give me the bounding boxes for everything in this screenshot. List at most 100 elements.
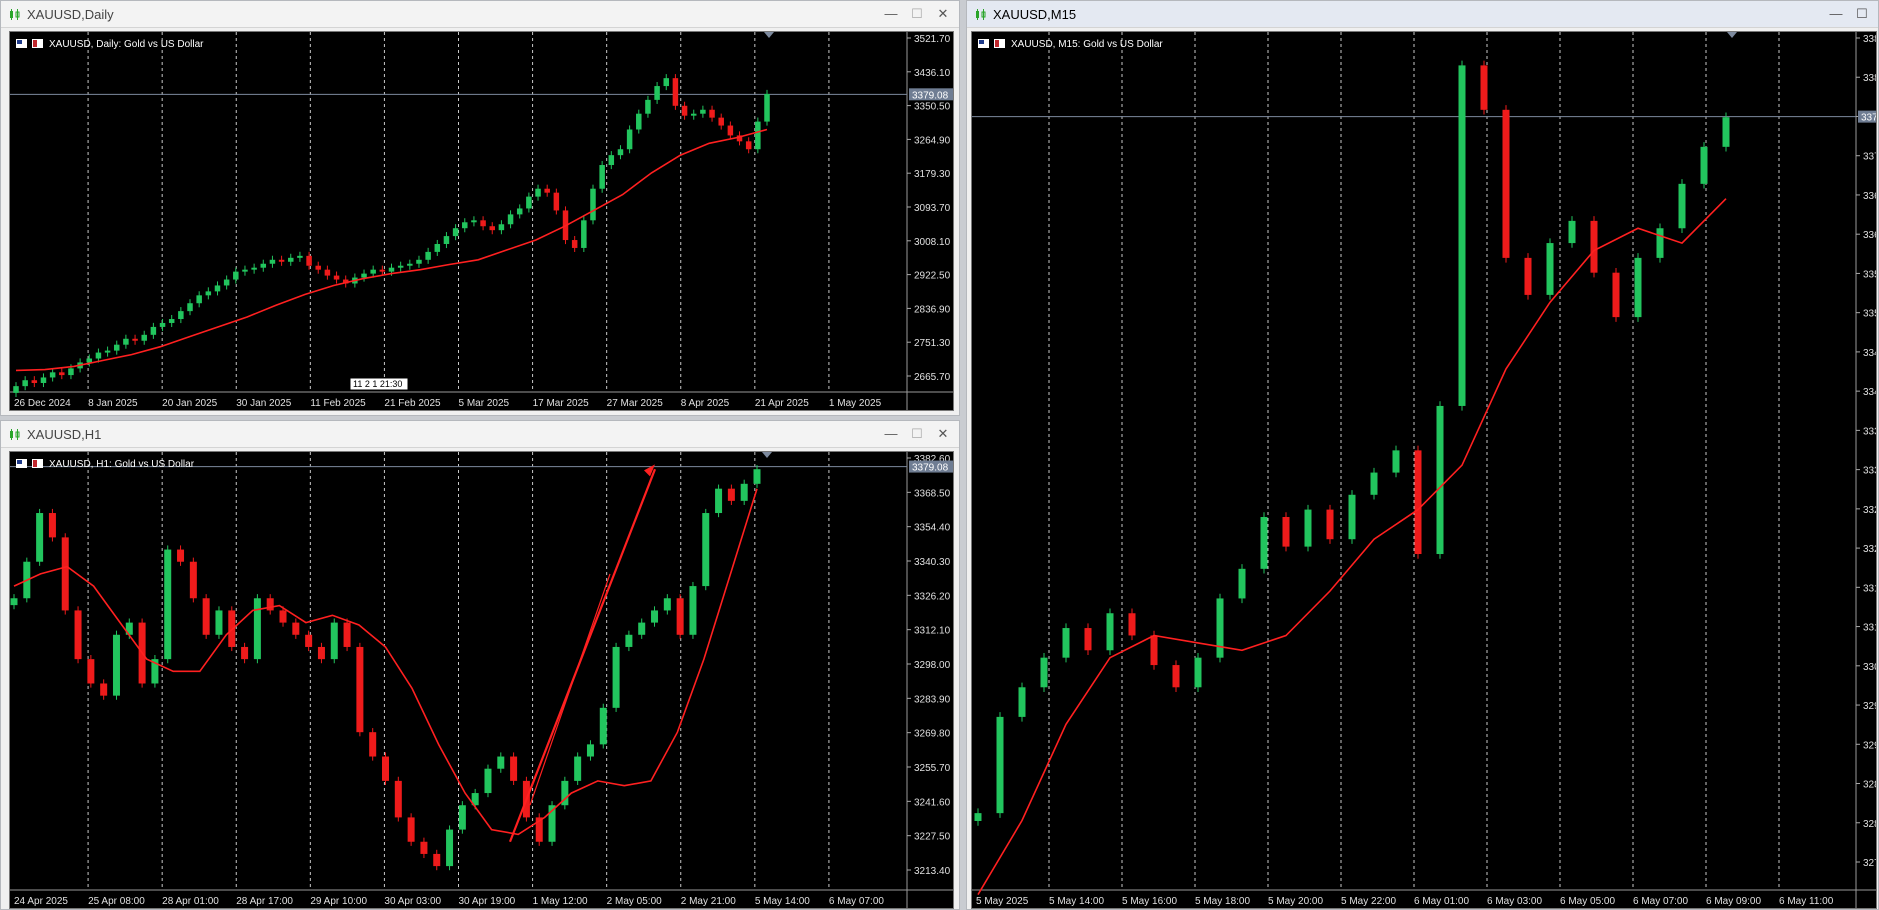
bear-candle (202, 598, 210, 635)
time-axis-label: 6 May 05:00 (1560, 896, 1615, 907)
close-icon[interactable]: ✕ (931, 4, 955, 24)
trend-arrow-line (508, 468, 657, 843)
chart-shift-marker (762, 452, 772, 458)
daily-title-bar[interactable]: XAUUSD,Daily — ☐ ✕ (1, 1, 959, 28)
flag-icon-canton (17, 40, 22, 44)
bull-candle (471, 220, 477, 223)
time-axis-label: 1 May 2025 (829, 398, 882, 409)
bull-candle (251, 267, 257, 270)
daily-window-title: XAUUSD,Daily (27, 7, 114, 22)
time-axis-label: 29 Apr 10:00 (310, 896, 367, 907)
m15-title-bar[interactable]: XAUUSD,M15 — ☐ (967, 1, 1878, 28)
maximize-icon[interactable]: ☐ (905, 4, 929, 24)
bear-candle (306, 255, 312, 266)
bull-candle (416, 259, 422, 264)
time-axis-label: 6 May 01:00 (1414, 896, 1469, 907)
time-axis-label: 25 Apr 08:00 (88, 896, 145, 907)
bear-candle (727, 488, 735, 501)
bull-candle (1062, 628, 1070, 658)
bear-candle (1150, 635, 1158, 666)
bull-candle (974, 813, 982, 821)
price-axis-label: 3357.90 (1863, 269, 1877, 280)
price-axis-label: 3373.80 (1863, 152, 1877, 163)
price-axis-label: 3336.70 (1863, 426, 1877, 437)
price-axis-label: 3326.10 (1863, 505, 1877, 516)
price-axis-label: 3283.70 (1863, 819, 1877, 830)
chart-symbol-label: XAUUSD, H1: Gold vs US Dollar (49, 459, 195, 470)
bull-candle (68, 368, 74, 376)
price-axis-label: 3315.50 (1863, 583, 1877, 594)
bull-candle (645, 99, 651, 114)
bull-candle (113, 344, 120, 351)
bear-candle (480, 220, 486, 227)
price-axis-label: 3008.10 (914, 237, 951, 248)
bull-candle (370, 269, 376, 274)
price-axis-label: 3521.70 (914, 34, 951, 45)
bull-candle (215, 610, 223, 635)
bull-candle (86, 358, 93, 363)
minimize-icon[interactable]: — (1824, 4, 1848, 24)
bear-candle (100, 683, 108, 696)
bear-candle (292, 622, 300, 635)
close-icon[interactable]: ✕ (931, 424, 955, 444)
bull-candle (233, 271, 239, 280)
price-axis-label: 3269.80 (914, 729, 951, 740)
daily-chart-svg[interactable]: 26 Dec 2024 8 Jan 2025 20 Jan 2025 30 Jan 2… (10, 32, 954, 411)
price-axis-label: 2751.30 (914, 338, 951, 349)
bear-candle (1612, 272, 1620, 318)
bull-candle (187, 303, 193, 312)
minimize-icon[interactable]: — (879, 424, 903, 444)
bear-candle (1084, 628, 1092, 651)
time-axis-label: 5 May 18:00 (1195, 896, 1250, 907)
price-axis-label: 2922.50 (914, 271, 951, 282)
bull-candle (599, 707, 607, 745)
bear-candle (305, 634, 313, 647)
bull-candle (1194, 657, 1202, 688)
bull-candle (753, 469, 761, 484)
m15-window-title: XAUUSD,M15 (993, 7, 1077, 22)
time-axis-label: 5 May 14:00 (1049, 896, 1104, 907)
bear-candle (333, 275, 340, 280)
bull-candle (740, 483, 748, 501)
daily-chart-window[interactable]: XAUUSD,Daily — ☐ ✕ 26 Dec 2024 8 Jan 2025… (0, 0, 960, 416)
bull-candle (168, 319, 175, 323)
chart-symbol-label: XAUUSD, Daily: Gold vs US Dollar (49, 39, 204, 50)
m15-chart-area[interactable]: 5 May 2025 5 May 14:00 5 May 16:00 5 May 18… (971, 31, 1877, 909)
h1-title-bar[interactable]: XAUUSD,H1 — ☐ ✕ (1, 421, 959, 448)
time-axis-label: 2 May 21:00 (681, 896, 736, 907)
bull-candle (590, 188, 596, 221)
bull-candle (690, 113, 697, 116)
time-axis-label: 5 May 22:00 (1341, 896, 1396, 907)
bull-candle (196, 295, 202, 304)
bull-candle (1348, 494, 1356, 540)
bear-candle (718, 117, 724, 126)
maximize-icon[interactable]: ☐ (1850, 4, 1874, 24)
maximize-icon[interactable]: ☐ (905, 424, 929, 444)
bear-candle (544, 188, 550, 193)
h1-chart-svg[interactable]: 24 Apr 2025 25 Apr 08:00 28 Apr 01:00 28 Ap… (10, 452, 954, 909)
bull-candle (443, 236, 450, 244)
time-axis-label: 24 Apr 2025 (14, 896, 68, 907)
flag-icon-stripe (33, 460, 37, 467)
bear-candle (1590, 220, 1598, 273)
time-axis-label: 6 May 07:00 (829, 896, 884, 907)
price-axis-label: 3389.70 (1863, 34, 1877, 45)
bear-candle (48, 513, 56, 538)
minimize-icon[interactable]: — (879, 4, 903, 24)
m15-chart-window[interactable]: XAUUSD,M15 — ☐ 5 May 2025 5 May 14:00 5 Ma… (966, 0, 1879, 910)
price-axis-label: 2836.90 (914, 304, 951, 315)
moving-average-line (15, 128, 768, 372)
bull-candle (112, 634, 120, 696)
price-axis-label: 3227.50 (914, 832, 951, 843)
bull-candle (22, 380, 28, 387)
h1-chart-area[interactable]: 24 Apr 2025 25 Apr 08:00 28 Apr 01:00 28 Ap… (9, 451, 954, 909)
bull-candle (526, 196, 532, 209)
price-axis-label: 3320.80 (1863, 544, 1877, 555)
daily-chart-area[interactable]: 26 Dec 2024 8 Jan 2025 20 Jan 2025 30 Jan 2… (9, 31, 954, 411)
bull-candle (498, 224, 505, 231)
bear-candle (177, 549, 185, 562)
h1-chart-window[interactable]: XAUUSD,H1 — ☐ ✕ 24 Apr 2025 25 Apr 08:00 2… (0, 420, 960, 910)
bear-candle (420, 841, 428, 854)
time-axis-label: 30 Apr 19:00 (459, 896, 516, 907)
m15-chart-svg[interactable]: 5 May 2025 5 May 14:00 5 May 16:00 5 May 18… (972, 32, 1877, 909)
